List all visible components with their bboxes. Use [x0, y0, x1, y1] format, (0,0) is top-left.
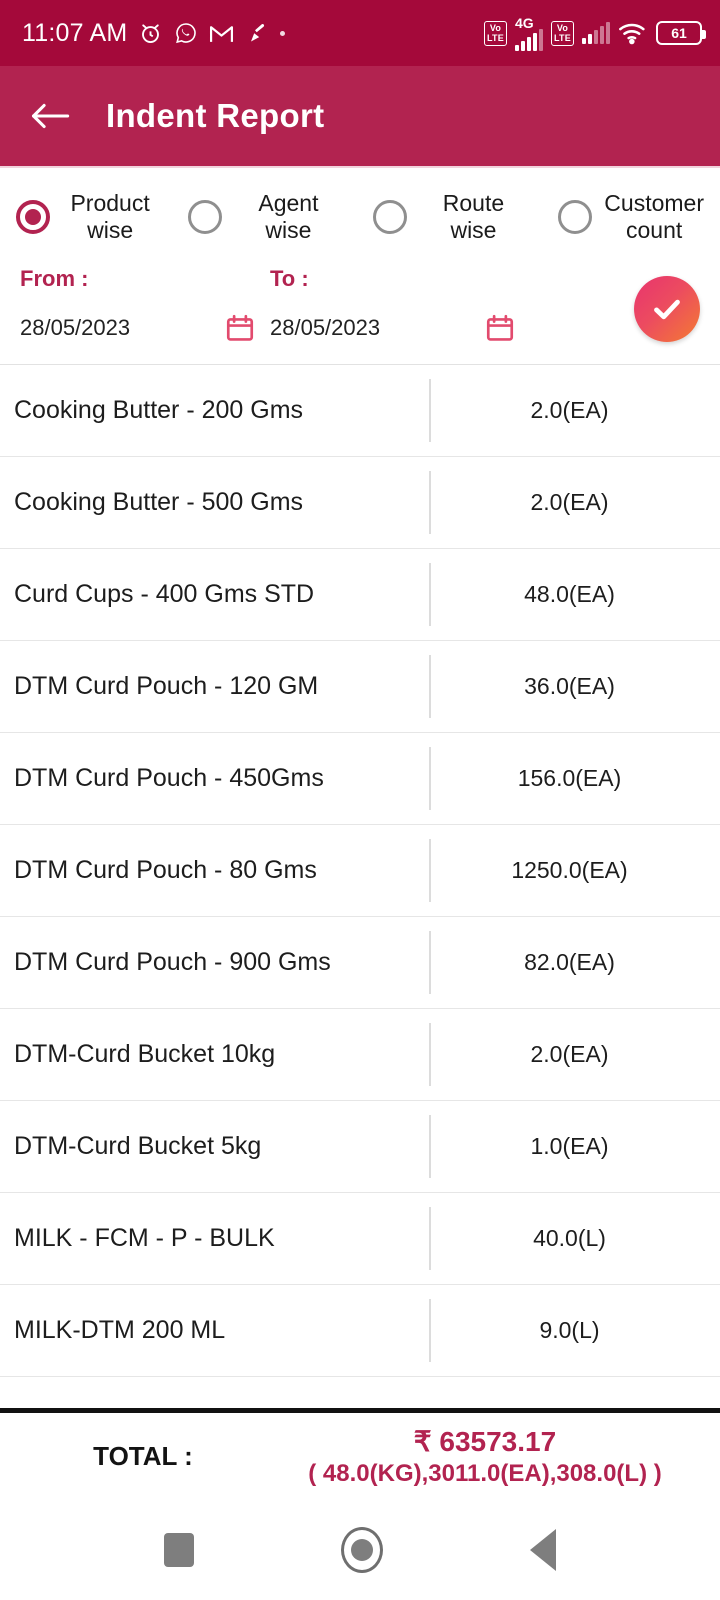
- table-row[interactable]: DTM Curd Pouch - 450Gms 156.0(EA): [0, 733, 720, 826]
- radio-option-product-wise[interactable]: Product wise: [16, 190, 158, 244]
- to-date-label: To :: [270, 266, 309, 292]
- row-product-name: Cooking Butter - 200 Gms: [14, 396, 304, 425]
- table-row[interactable]: Curd Cups - 400 Gms STD 48.0(EA): [0, 549, 720, 642]
- total-values: ₹ 63573.17 ( 48.0(KG),3011.0(EA),308.0(L…: [268, 1424, 702, 1489]
- row-product-name: DTM-Curd Bucket 10kg: [14, 1040, 276, 1069]
- total-bar: TOTAL : ₹ 63573.17 ( 48.0(KG),3011.0(EA)…: [0, 1408, 720, 1500]
- total-units: ( 48.0(KG),3011.0(EA),308.0(L) ): [308, 1460, 662, 1487]
- back-button[interactable]: [24, 90, 76, 142]
- to-date-field[interactable]: To : 28/05/2023: [270, 266, 530, 344]
- calendar-icon-to[interactable]: [484, 312, 516, 344]
- gmail-icon: [209, 23, 234, 44]
- row-quantity: 2.0(EA): [530, 397, 609, 424]
- row-product-name: DTM Curd Pouch - 120 GM: [14, 672, 319, 701]
- row-product-name: Curd Cups - 400 Gms STD: [14, 580, 315, 609]
- radio-icon-customer-count[interactable]: [558, 200, 593, 235]
- status-bar: 11:07 AM Vo LTE 4G Vo LTE 61: [0, 0, 720, 66]
- radio-label-agent-wise: Agent wise: [258, 190, 319, 244]
- circle-icon[interactable]: [340, 1527, 383, 1573]
- dot-icon: [280, 30, 286, 36]
- network-type-sim1: 4G: [515, 15, 543, 51]
- radio-option-agent-wise[interactable]: Agent wise: [188, 190, 342, 244]
- app-bar: Indent Report: [0, 66, 720, 168]
- row-quantity: 9.0(L): [539, 1317, 600, 1344]
- table-row[interactable]: DTM Curd Pouch - 80 Gms 1250.0(EA): [0, 825, 720, 918]
- row-product-name: MILK-DTM 200 ML: [14, 1316, 226, 1345]
- total-label: TOTAL :: [93, 1441, 193, 1471]
- alarm-icon: [138, 21, 163, 46]
- from-date-label: From :: [20, 266, 89, 292]
- from-date-value[interactable]: 28/05/2023: [20, 315, 130, 341]
- row-quantity: 156.0(EA): [517, 765, 622, 792]
- radio-icon-agent-wise[interactable]: [188, 200, 223, 235]
- battery-icon: 61: [656, 21, 706, 45]
- radio-icon-route-wise[interactable]: [372, 200, 407, 235]
- report-type-group: Product wise Agent wise Route wise Custo…: [0, 168, 720, 256]
- row-product-name: DTM-Curd Bucket 5kg: [14, 1132, 262, 1161]
- table-row[interactable]: DTM Curd Pouch - 900 Gms 82.0(EA): [0, 917, 720, 1010]
- triangle-back-icon[interactable]: [530, 1529, 557, 1571]
- volte-sim2-icon: Vo LTE: [551, 20, 574, 46]
- row-product-name: DTM Curd Pouch - 450Gms: [14, 764, 324, 793]
- calendar-icon-from[interactable]: [224, 312, 256, 344]
- radio-icon-product-wise[interactable]: [16, 200, 50, 235]
- square-icon[interactable]: [163, 1533, 194, 1567]
- table-row[interactable]: DTM-Curd Bucket 10kg 2.0(EA): [0, 1009, 720, 1102]
- row-product-name: Cooking Butter - 500 Gms: [14, 488, 304, 517]
- submit-button[interactable]: [634, 276, 700, 343]
- arrow-left-icon: [32, 103, 70, 129]
- row-quantity: 2.0(EA): [530, 489, 609, 516]
- status-bar-right: Vo LTE 4G Vo LTE 61: [484, 15, 706, 51]
- table-row[interactable]: Cooking Butter - 200 Gms 2.0(EA): [0, 365, 720, 458]
- radio-label-customer-count: Customer count: [604, 190, 704, 244]
- date-filter-row: From : 28/05/2023 To : 28/05/2023: [0, 256, 720, 364]
- volte-sim1-icon: Vo LTE: [484, 20, 507, 46]
- row-quantity: 82.0(EA): [524, 949, 615, 976]
- android-nav-bar: [0, 1500, 720, 1600]
- to-date-value[interactable]: 28/05/2023: [270, 315, 380, 341]
- row-product-name: DTM Curd Pouch - 80 Gms: [14, 856, 317, 885]
- from-date-field[interactable]: From : 28/05/2023: [20, 266, 270, 344]
- app-root: 11:07 AM Vo LTE 4G Vo LTE 61 Indent Repo…: [0, 0, 720, 1600]
- whatsapp-icon: [174, 21, 198, 45]
- table-row[interactable]: DTM Curd Pouch - 120 GM 36.0(EA): [0, 641, 720, 734]
- row-quantity: 2.0(EA): [530, 1041, 609, 1068]
- table-row[interactable]: DTM-Curd Bucket 5kg 1.0(EA): [0, 1101, 720, 1194]
- table-row[interactable]: MILK - FCM - P - BULK 40.0(L): [0, 1193, 720, 1286]
- signal-bars-sim2: [582, 22, 610, 44]
- signal-bars-sim1: [515, 29, 543, 51]
- page-title: Indent Report: [106, 97, 325, 134]
- total-amount: ₹ 63573.17: [413, 1426, 557, 1457]
- report-list[interactable]: Cooking Butter - 200 Gms 2.0(EA) Cooking B…: [0, 364, 720, 1408]
- radio-label-product-wise: Product wise: [70, 190, 150, 244]
- radio-option-route-wise[interactable]: Route wise: [372, 190, 529, 244]
- row-quantity: 48.0(EA): [524, 581, 615, 608]
- row-quantity: 40.0(L): [533, 1225, 606, 1252]
- status-time: 11:07 AM: [22, 18, 128, 47]
- radio-option-customer-count[interactable]: Customer count: [558, 190, 704, 244]
- status-bar-left: 11:07 AM: [22, 18, 286, 48]
- row-quantity: 1.0(EA): [530, 1133, 609, 1160]
- radio-label-route-wise: Route wise: [442, 190, 505, 244]
- table-row[interactable]: Cooking Butter - 500 Gms 2.0(EA): [0, 457, 720, 550]
- row-quantity: 36.0(EA): [524, 673, 615, 700]
- row-quantity: 1250.0(EA): [511, 857, 628, 884]
- check-icon: [654, 299, 680, 320]
- table-row[interactable]: MILK-DTM 200 ML 9.0(L): [0, 1285, 720, 1378]
- cleaner-icon: [245, 21, 269, 45]
- row-product-name: MILK - FCM - P - BULK: [14, 1224, 275, 1253]
- row-product-name: DTM Curd Pouch - 900 Gms: [14, 948, 331, 977]
- wifi-icon: [618, 21, 648, 45]
